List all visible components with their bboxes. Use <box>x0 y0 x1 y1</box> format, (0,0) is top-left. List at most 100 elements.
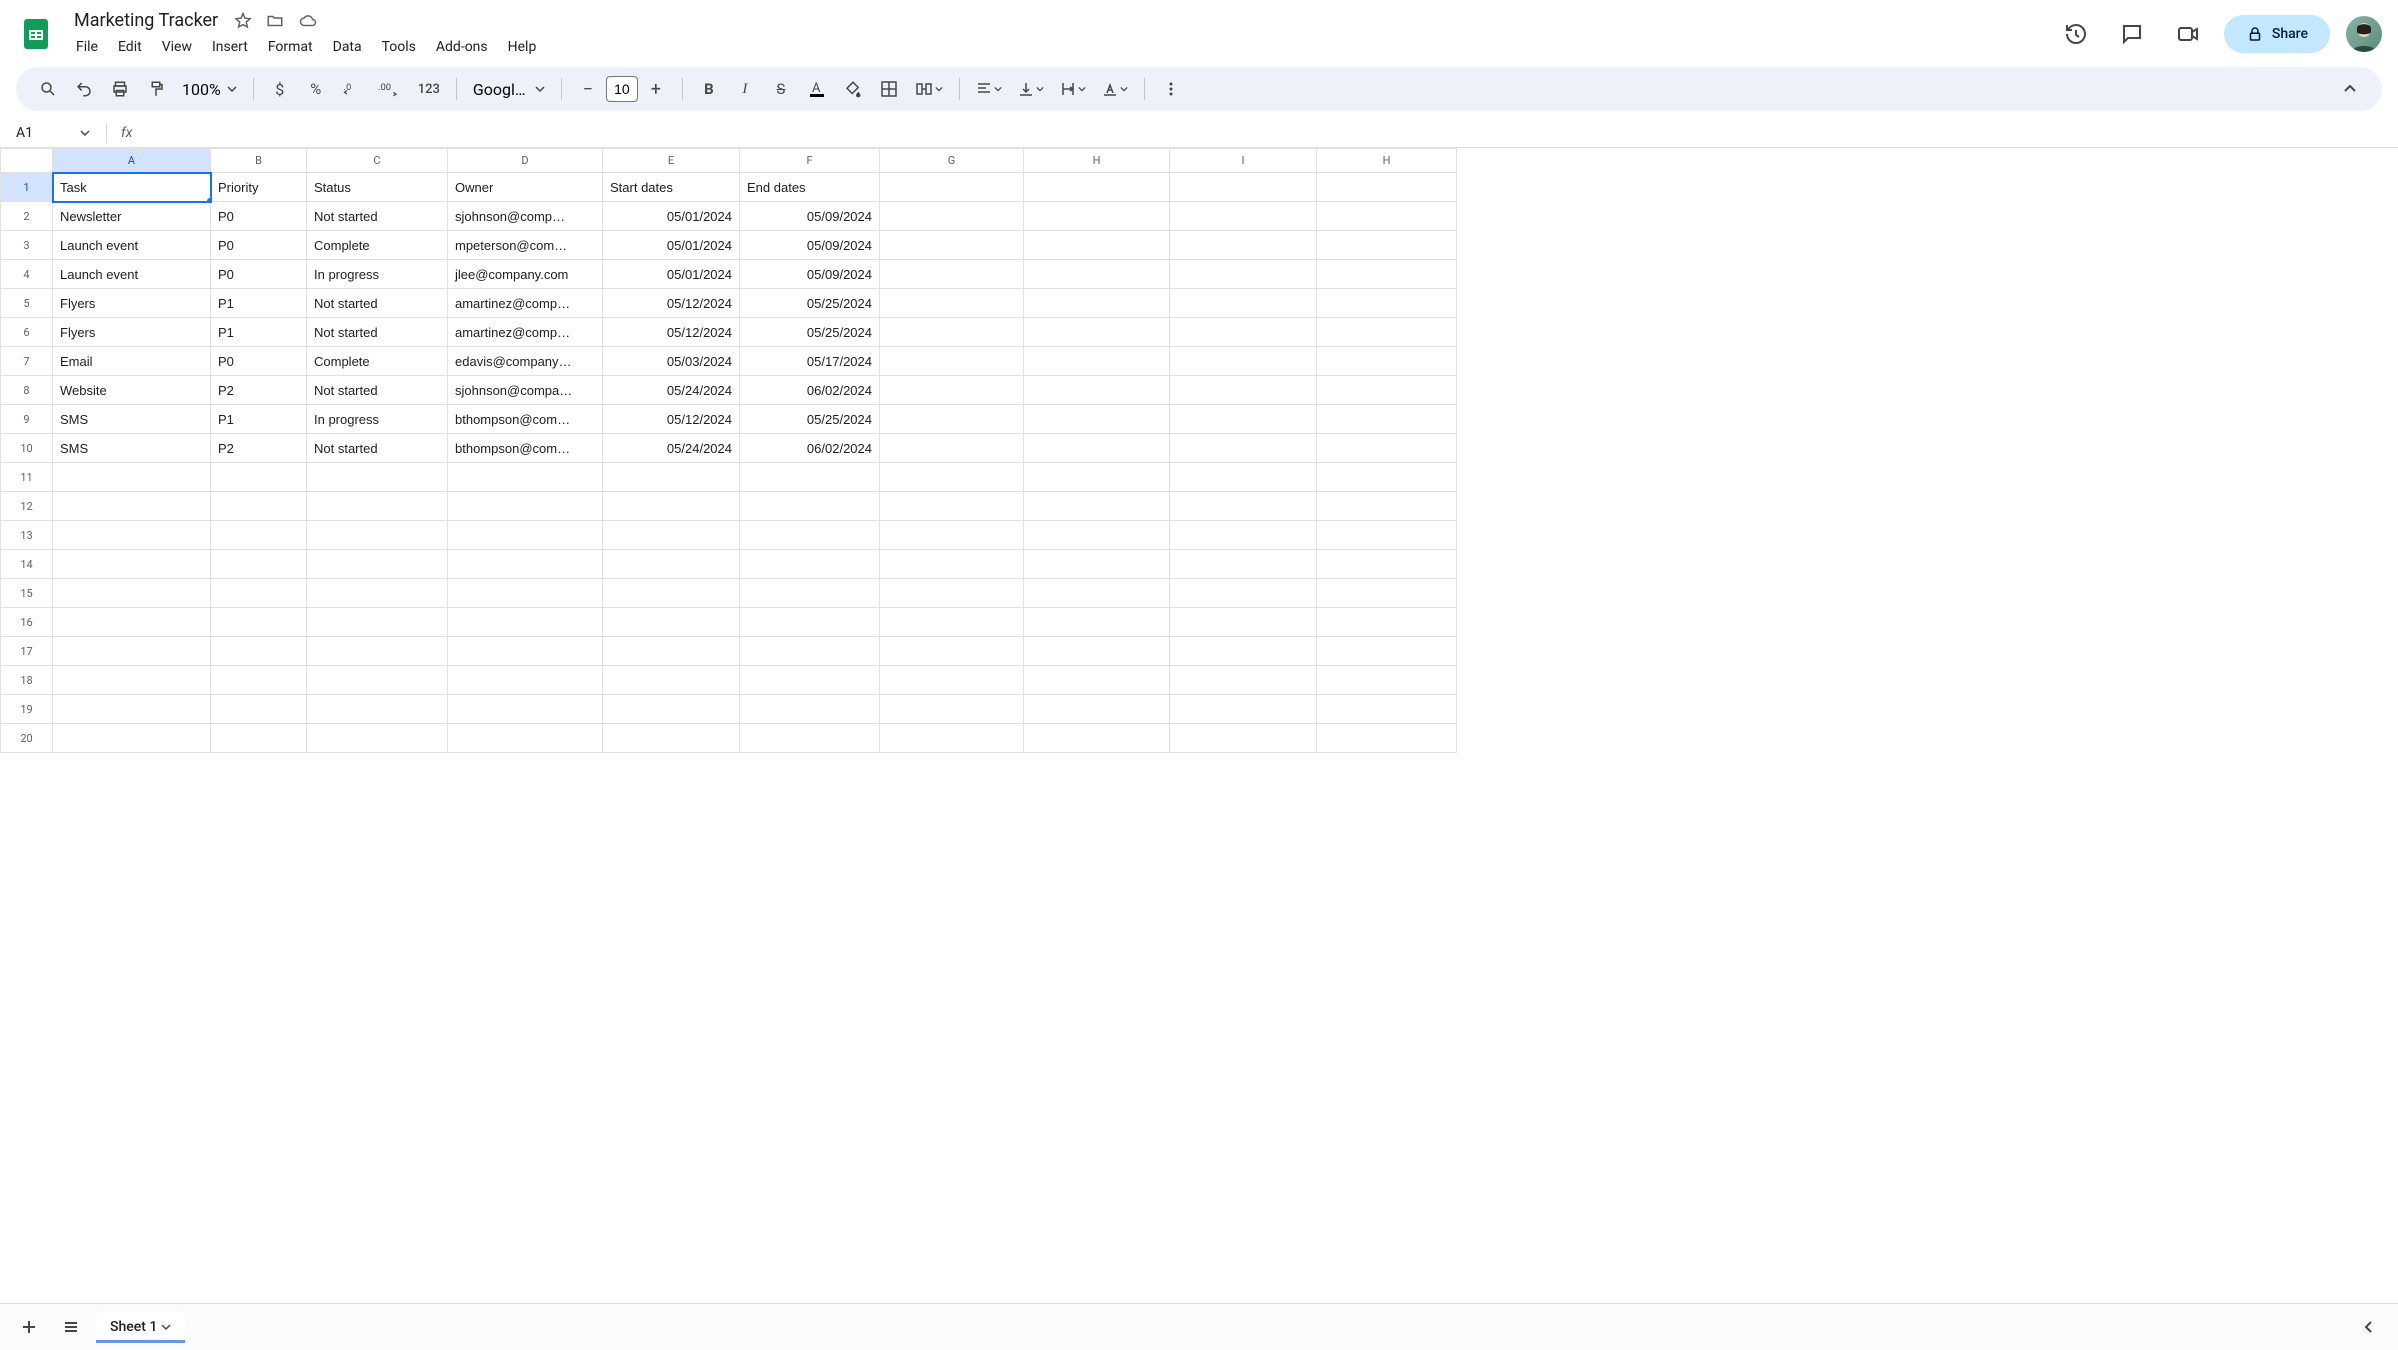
cell[interactable]: 05/24/2024 <box>603 376 740 405</box>
cell[interactable] <box>1317 289 1457 318</box>
cell[interactable] <box>880 318 1024 347</box>
document-title[interactable]: Marketing Tracker <box>68 8 224 33</box>
cell[interactable] <box>880 724 1024 753</box>
cell[interactable] <box>307 550 448 579</box>
cell[interactable]: amartinez@comp… <box>448 289 603 318</box>
star-icon[interactable] <box>234 12 252 30</box>
cell[interactable] <box>1170 695 1317 724</box>
cell[interactable]: Launch event <box>53 231 211 260</box>
cell[interactable] <box>1317 405 1457 434</box>
row-header-17[interactable]: 17 <box>1 637 53 666</box>
menu-format[interactable]: Format <box>260 35 321 59</box>
cell[interactable] <box>1170 608 1317 637</box>
explore-icon[interactable] <box>2352 1310 2386 1344</box>
undo-icon[interactable] <box>68 73 100 105</box>
cell[interactable] <box>603 695 740 724</box>
column-header-A[interactable]: A <box>53 149 211 173</box>
cell[interactable]: Priority <box>211 173 307 202</box>
cell[interactable]: 05/12/2024 <box>603 289 740 318</box>
menu-file[interactable]: File <box>68 35 106 59</box>
cell[interactable] <box>1024 347 1170 376</box>
cell[interactable] <box>1024 695 1170 724</box>
decrease-decimal-icon[interactable]: .0 <box>336 73 368 105</box>
cell[interactable]: End dates <box>740 173 880 202</box>
cell[interactable] <box>53 579 211 608</box>
print-icon[interactable] <box>104 73 136 105</box>
cell[interactable] <box>1024 637 1170 666</box>
cell[interactable]: sjohnson@comp… <box>448 202 603 231</box>
cell[interactable] <box>211 521 307 550</box>
add-sheet-icon[interactable] <box>12 1310 46 1344</box>
cell[interactable] <box>1170 376 1317 405</box>
cell[interactable] <box>1024 376 1170 405</box>
cell[interactable] <box>307 724 448 753</box>
cell[interactable] <box>1024 521 1170 550</box>
increase-font-icon[interactable]: + <box>640 73 672 105</box>
cell[interactable]: Launch event <box>53 260 211 289</box>
cell[interactable]: edavis@company… <box>448 347 603 376</box>
cell[interactable]: 05/03/2024 <box>603 347 740 376</box>
cell[interactable] <box>448 579 603 608</box>
meet-icon[interactable] <box>2168 14 2208 54</box>
cell[interactable] <box>740 637 880 666</box>
cell[interactable] <box>448 608 603 637</box>
cell[interactable]: Status <box>307 173 448 202</box>
cell[interactable] <box>307 637 448 666</box>
cell[interactable] <box>53 637 211 666</box>
cell[interactable] <box>1170 666 1317 695</box>
cell[interactable] <box>53 666 211 695</box>
cell[interactable]: SMS <box>53 434 211 463</box>
cell[interactable] <box>1024 318 1170 347</box>
cell[interactable]: sjohnson@compa… <box>448 376 603 405</box>
cell[interactable] <box>1317 521 1457 550</box>
borders-icon[interactable] <box>873 73 905 105</box>
cell[interactable] <box>1024 434 1170 463</box>
percent-icon[interactable]: % <box>300 73 332 105</box>
cell[interactable]: Not started <box>307 289 448 318</box>
cell[interactable] <box>53 463 211 492</box>
cell[interactable] <box>1317 637 1457 666</box>
cell[interactable] <box>1317 173 1457 202</box>
cell[interactable] <box>448 550 603 579</box>
more-toolbar-icon[interactable] <box>1155 73 1187 105</box>
cell[interactable] <box>448 666 603 695</box>
cell[interactable] <box>211 695 307 724</box>
cell[interactable]: jlee@company.com <box>448 260 603 289</box>
cell[interactable] <box>1317 666 1457 695</box>
vertical-align-icon[interactable] <box>1012 73 1050 105</box>
cell[interactable]: P1 <box>211 289 307 318</box>
column-header-C[interactable]: C <box>307 149 448 173</box>
cell[interactable]: bthompson@com… <box>448 434 603 463</box>
cell[interactable]: Website <box>53 376 211 405</box>
increase-decimal-icon[interactable]: .00 <box>372 73 408 105</box>
cell[interactable] <box>603 666 740 695</box>
cell[interactable] <box>880 260 1024 289</box>
cell[interactable] <box>1317 434 1457 463</box>
row-header-19[interactable]: 19 <box>1 695 53 724</box>
cell[interactable] <box>880 521 1024 550</box>
cell[interactable] <box>880 231 1024 260</box>
cell[interactable] <box>880 376 1024 405</box>
cell[interactable] <box>1024 202 1170 231</box>
cell[interactable]: Not started <box>307 376 448 405</box>
cell[interactable] <box>211 608 307 637</box>
cell[interactable] <box>740 724 880 753</box>
cell[interactable] <box>1317 724 1457 753</box>
row-header-10[interactable]: 10 <box>1 434 53 463</box>
bold-icon[interactable]: B <box>693 73 725 105</box>
cell[interactable]: 05/25/2024 <box>740 405 880 434</box>
cell[interactable]: Not started <box>307 318 448 347</box>
cell[interactable] <box>1024 550 1170 579</box>
cell[interactable]: 05/17/2024 <box>740 347 880 376</box>
cell[interactable] <box>1170 347 1317 376</box>
cell[interactable]: Flyers <box>53 289 211 318</box>
cell[interactable] <box>1317 695 1457 724</box>
menu-edit[interactable]: Edit <box>110 35 150 59</box>
cell[interactable] <box>1024 666 1170 695</box>
cell[interactable] <box>211 550 307 579</box>
cell[interactable]: 06/02/2024 <box>740 434 880 463</box>
column-header-H[interactable]: H <box>1024 149 1170 173</box>
cell[interactable] <box>53 550 211 579</box>
column-header-B[interactable]: B <box>211 149 307 173</box>
cell[interactable] <box>603 637 740 666</box>
